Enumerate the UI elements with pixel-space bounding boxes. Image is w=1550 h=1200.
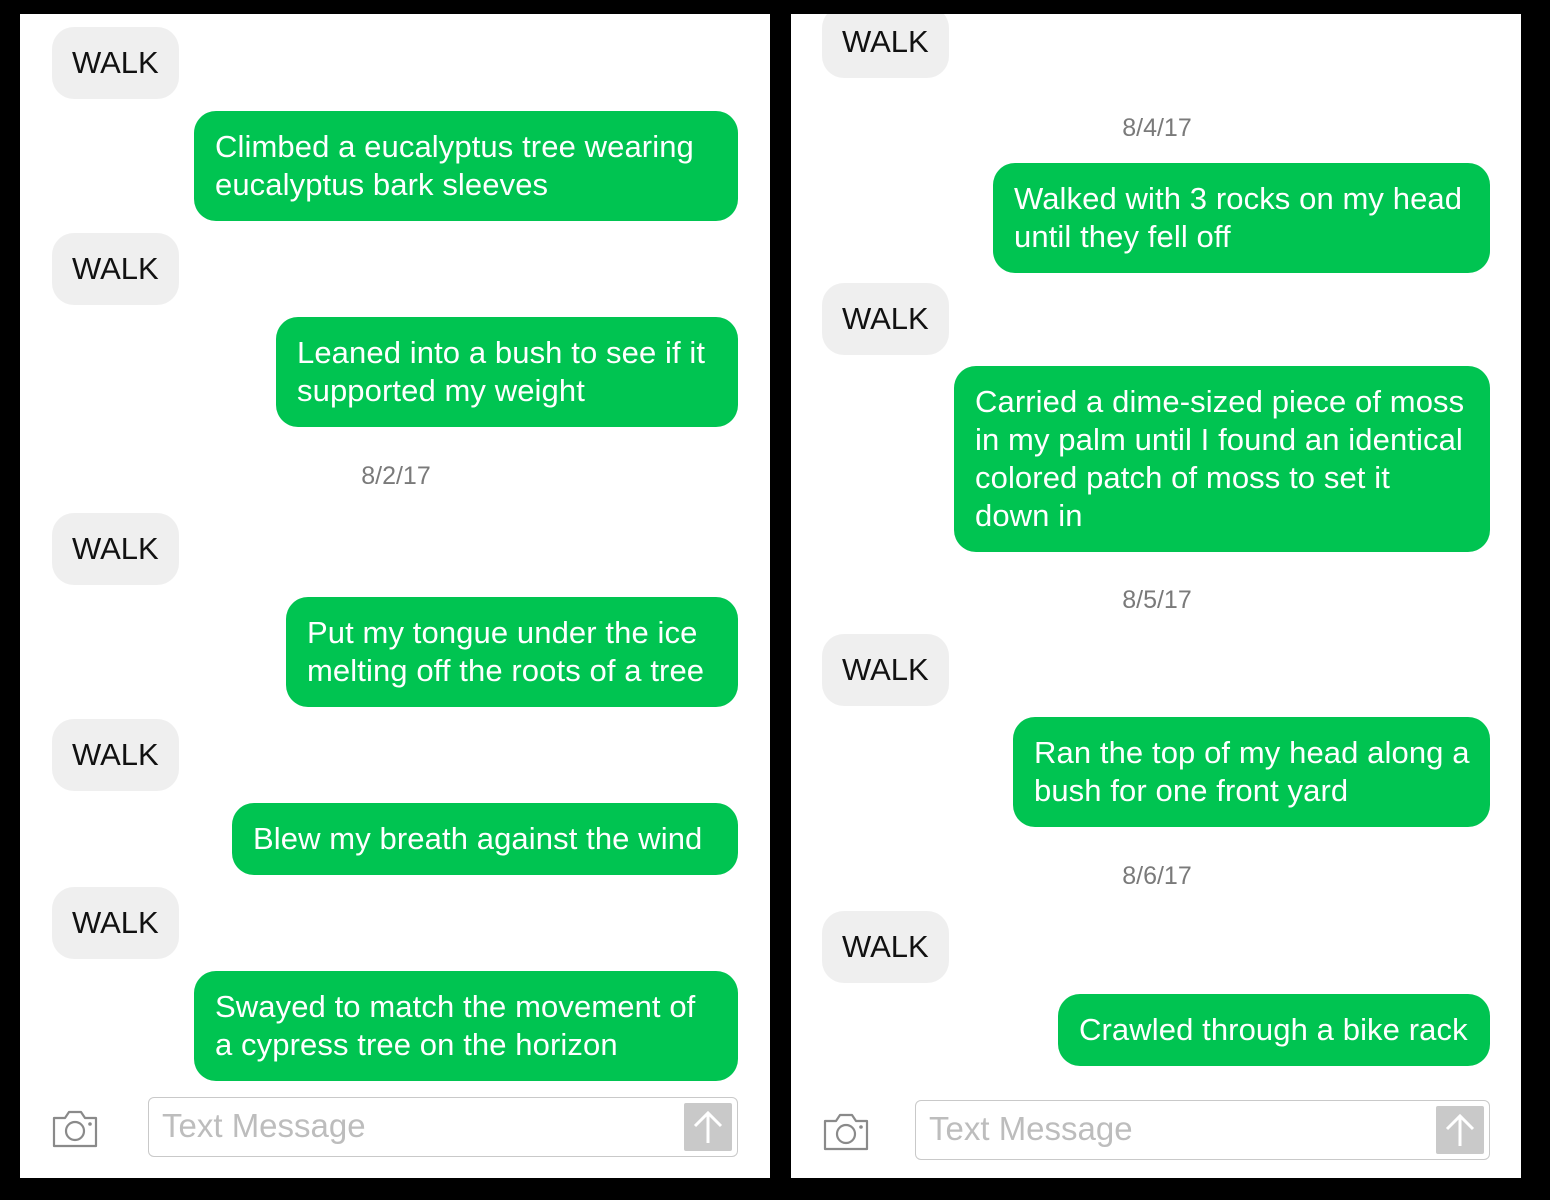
message-input[interactable]: Text Message <box>148 1097 738 1157</box>
arrow-up-icon <box>693 1110 723 1143</box>
incoming-message: WALK <box>822 634 949 706</box>
camera-icon[interactable] <box>51 1109 99 1149</box>
outgoing-message: Leaned into a bush to see if it supporte… <box>276 317 738 427</box>
outgoing-message: Carried a dime-sized piece of moss in my… <box>954 366 1490 552</box>
send-button[interactable] <box>684 1103 732 1151</box>
incoming-message: WALK <box>52 887 179 959</box>
date-separator: 8/5/17 <box>1122 586 1192 614</box>
date-separator: 8/4/17 <box>1122 114 1192 142</box>
outgoing-message: Walked with 3 rocks on my head until the… <box>993 163 1490 273</box>
incoming-message: WALK <box>52 513 179 585</box>
incoming-message: WALK <box>822 911 949 983</box>
message-input-placeholder: Text Message <box>162 1107 366 1144</box>
message-input-placeholder: Text Message <box>929 1110 1133 1147</box>
arrow-up-icon <box>1445 1113 1475 1146</box>
outgoing-message: Crawled through a bike rack <box>1058 994 1490 1066</box>
outgoing-message: Blew my breath against the wind <box>232 803 738 875</box>
conversation-panel-left: WALK Climbed a eucalyptus tree wearing e… <box>20 14 770 1178</box>
date-separator: 8/6/17 <box>1122 862 1192 890</box>
outgoing-message: Swayed to match the movement of a cypres… <box>194 971 738 1081</box>
incoming-message: WALK <box>822 283 949 355</box>
send-button[interactable] <box>1436 1106 1484 1154</box>
conversation-panel-right: WALK 8/4/17 Walked with 3 rocks on my he… <box>791 14 1521 1178</box>
camera-icon[interactable] <box>822 1112 870 1152</box>
incoming-message: WALK <box>822 14 949 78</box>
outgoing-message: Climbed a eucalyptus tree wearing eucaly… <box>194 111 738 221</box>
incoming-message: WALK <box>52 233 179 305</box>
date-separator: 8/2/17 <box>361 462 431 490</box>
incoming-message: WALK <box>52 719 179 791</box>
outgoing-message: Ran the top of my head along a bush for … <box>1013 717 1490 827</box>
message-input[interactable]: Text Message <box>915 1100 1490 1160</box>
outgoing-message: Put my tongue under the ice melting off … <box>286 597 738 707</box>
incoming-message: WALK <box>52 27 179 99</box>
